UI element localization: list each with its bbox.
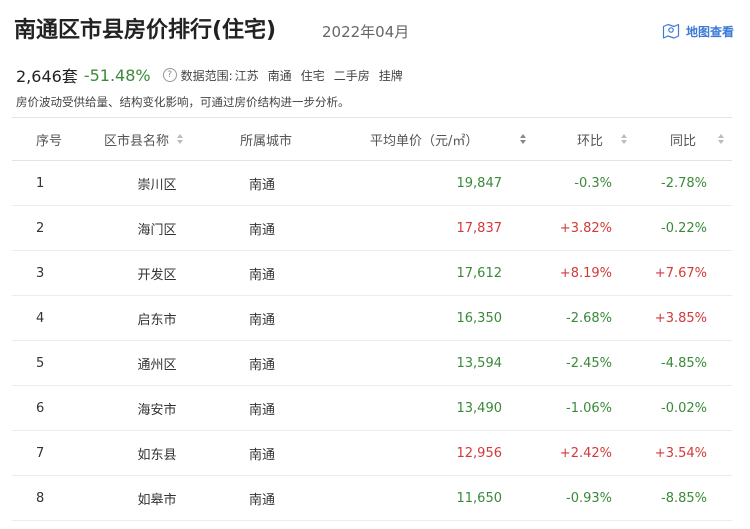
row-yoy: -0.02% <box>661 400 707 416</box>
row-mom: -2.45% <box>566 355 612 371</box>
row-mom: -1.06% <box>566 400 612 416</box>
row-district: 通州区 <box>137 357 177 373</box>
sort-icon <box>718 133 725 145</box>
map-view-link[interactable]: 地图查看 <box>662 22 734 40</box>
table-row[interactable]: 1 崇川区 南通 19,847 -0.3% -2.78% <box>12 161 732 206</box>
row-price: 17,612 <box>456 265 503 281</box>
row-mom: +2.42% <box>559 445 612 461</box>
row-district: 崇川区 <box>137 177 177 193</box>
row-district: 海安市 <box>137 402 177 418</box>
table-row[interactable]: 7 如东县 南通 12,956 +2.42% +3.54% <box>12 431 732 476</box>
scope-item-province: 江苏 <box>234 68 259 83</box>
row-yoy: -0.22% <box>661 220 707 236</box>
map-view-label: 地图查看 <box>685 24 734 39</box>
row-index: 1 <box>36 175 45 191</box>
row-mom: +3.82% <box>559 220 612 236</box>
row-city: 南通 <box>248 222 275 238</box>
question-icon[interactable]: ? <box>162 68 177 82</box>
row-city: 南通 <box>248 177 275 193</box>
listing-change: -51.48% <box>83 65 151 85</box>
table-row[interactable]: 4 启东市 南通 16,350 -2.68% +3.85% <box>12 296 732 341</box>
row-yoy: -8.85% <box>661 490 707 506</box>
row-index: 8 <box>36 490 45 506</box>
row-city: 南通 <box>248 312 275 328</box>
listing-count: 2,646套 <box>16 67 78 86</box>
row-price: 17,837 <box>456 220 503 236</box>
row-district: 海门区 <box>137 222 177 238</box>
header-city: 所属城市 <box>240 133 293 149</box>
row-index: 7 <box>36 445 45 461</box>
row-district: 开发区 <box>137 267 177 283</box>
header-index: 序号 <box>36 133 63 149</box>
row-price: 13,490 <box>456 400 503 416</box>
row-mom: -2.68% <box>566 310 612 326</box>
row-yoy: +3.85% <box>654 310 707 326</box>
scope-item-city: 南通 <box>267 68 292 83</box>
table-row[interactable]: 2 海门区 南通 17,837 +3.82% -0.22% <box>12 206 732 251</box>
row-index: 5 <box>36 355 45 371</box>
scope-label: 数据范围: <box>180 68 233 83</box>
row-district: 启东市 <box>137 312 177 328</box>
row-city: 南通 <box>248 492 275 508</box>
header-price[interactable]: 平均单价（元/㎡） <box>370 118 478 160</box>
row-index: 2 <box>36 220 45 236</box>
header-name[interactable]: 区市县名称 <box>104 118 184 160</box>
row-index: 6 <box>36 400 45 416</box>
title-row: 南通区市县房价排行(住宅) 2022年04月 地图查看 <box>14 14 734 48</box>
table-row[interactable]: 3 开发区 南通 17,612 +8.19% +7.67% <box>12 251 732 296</box>
page-title: 南通区市县房价排行(住宅) <box>14 18 277 43</box>
header-price-sort[interactable] <box>512 118 526 160</box>
scope-item-market: 二手房 <box>333 68 370 83</box>
row-city: 南通 <box>248 447 275 463</box>
row-index: 4 <box>36 310 45 326</box>
row-price: 19,847 <box>456 175 503 191</box>
row-price: 11,650 <box>456 490 503 506</box>
row-index: 3 <box>36 265 45 281</box>
row-price: 16,350 <box>456 310 503 326</box>
table-row[interactable]: 8 如皋市 南通 11,650 -0.93% -8.85% <box>12 476 732 521</box>
table-row[interactable]: 5 通州区 南通 13,594 -2.45% -4.85% <box>12 341 732 386</box>
row-city: 南通 <box>248 357 275 373</box>
row-mom: -0.3% <box>574 175 612 191</box>
header-mom-label: 环比 <box>577 133 604 149</box>
row-yoy: +3.54% <box>654 445 707 461</box>
row-district: 如皋市 <box>137 492 177 508</box>
sort-icon <box>621 133 628 145</box>
analysis-note: 房价波动受供给量、结构变化影响，可通过房价结构进一步分析。 <box>16 95 350 109</box>
scope-item-type: 住宅 <box>300 68 325 83</box>
row-yoy: -4.85% <box>661 355 707 371</box>
row-mom: -0.93% <box>566 490 612 506</box>
row-mom: +8.19% <box>559 265 612 281</box>
row-city: 南通 <box>248 267 275 283</box>
row-district: 如东县 <box>137 447 177 463</box>
header-yoy-label: 同比 <box>670 133 697 149</box>
sort-icon <box>520 133 526 145</box>
row-yoy: -2.78% <box>661 175 707 191</box>
row-price: 13,594 <box>456 355 503 371</box>
scope-item-source: 挂牌 <box>378 68 403 83</box>
stats-row: 2,646套 -51.48% ? 数据范围: 江苏 南通 住宅 二手房 挂牌 <box>16 64 403 87</box>
header-name-label: 区市县名称 <box>104 133 170 149</box>
row-price: 12,956 <box>456 445 503 461</box>
table-row[interactable]: 6 海安市 南通 13,490 -1.06% -0.02% <box>12 386 732 431</box>
table-header: 序号 区市县名称 所属城市 平均单价（元/㎡） 环比 同比 <box>12 117 732 161</box>
row-city: 南通 <box>248 402 275 418</box>
row-yoy: +7.67% <box>654 265 707 281</box>
map-icon <box>662 23 680 39</box>
header-yoy[interactable]: 同比 <box>670 118 725 160</box>
sort-icon <box>177 133 184 145</box>
header-mom[interactable]: 环比 <box>577 118 628 160</box>
period-label: 2022年04月 <box>322 23 410 41</box>
ranking-table: 序号 区市县名称 所属城市 平均单价（元/㎡） 环比 同比 1 崇川区 南通 1… <box>12 117 732 521</box>
